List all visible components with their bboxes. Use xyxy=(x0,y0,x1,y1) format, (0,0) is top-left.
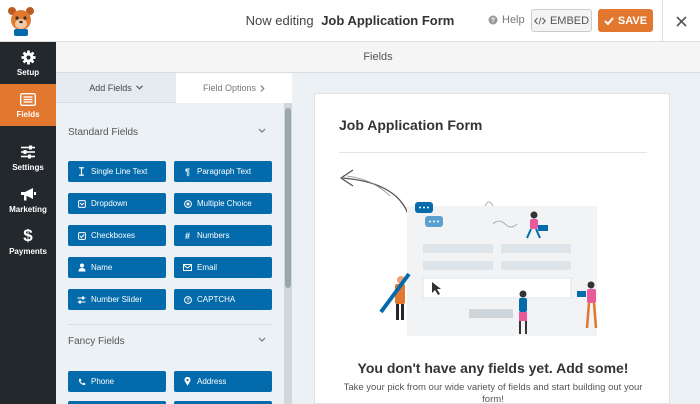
nav-label-settings: Settings xyxy=(12,163,44,172)
radio-icon xyxy=(183,199,192,208)
field-button-checkboxes[interactable]: Checkboxes xyxy=(68,225,166,246)
field-button-multiple-choice[interactable]: Multiple Choice xyxy=(174,193,272,214)
field-button-dropdown[interactable]: Dropdown xyxy=(68,193,166,214)
empty-state-subtext: Take your pick from our wide variety of … xyxy=(343,382,643,404)
field-label: CAPTCHA xyxy=(197,295,236,304)
field-label: Numbers xyxy=(197,231,230,240)
empty-state-heading: You don't have any fields yet. Add some! xyxy=(357,360,629,376)
question-circle-icon: ? xyxy=(183,295,192,304)
list-icon xyxy=(20,91,36,107)
help-link[interactable]: ? Help xyxy=(488,14,525,26)
field-button-paragraph-text[interactable]: ¶ Paragraph Text xyxy=(174,161,272,182)
paragraph-icon: ¶ xyxy=(184,166,190,177)
close-icon xyxy=(676,15,687,27)
nav-label-payments: Payments xyxy=(9,247,47,256)
nav-item-setup[interactable]: Setup xyxy=(0,42,56,84)
fields-header: Fields xyxy=(56,42,700,73)
gear-icon xyxy=(20,49,36,65)
nav-label-fields: Fields xyxy=(16,110,40,119)
hash-icon: # xyxy=(184,230,190,241)
fields-panel: Add Fields Field Options Standard Fields… xyxy=(56,73,292,404)
standard-fields-title[interactable]: Standard Fields xyxy=(68,127,138,138)
field-label: Address xyxy=(197,377,227,386)
field-label: Multiple Choice xyxy=(197,199,252,208)
field-button-email[interactable]: Email xyxy=(174,257,272,278)
left-navigation: Setup Fields Settings Marketing $ Paymen… xyxy=(0,42,56,404)
field-button-numbers[interactable]: # Numbers xyxy=(174,225,272,246)
field-button-number-slider[interactable]: Number Slider xyxy=(68,289,166,310)
slider-icon xyxy=(77,296,86,304)
chevron-down-icon[interactable] xyxy=(258,128,266,134)
tab-add-fields[interactable]: Add Fields xyxy=(56,73,176,103)
field-label: Name xyxy=(91,263,113,272)
field-button-address[interactable]: Address xyxy=(174,371,272,392)
close-button[interactable] xyxy=(662,0,700,42)
phone-icon xyxy=(77,378,86,386)
section-divider xyxy=(68,324,272,325)
field-button-captcha[interactable]: ? CAPTCHA xyxy=(174,289,272,310)
field-label: Email xyxy=(197,263,218,272)
fancy-fields-title[interactable]: Fancy Fields xyxy=(68,336,125,347)
text-cursor-icon xyxy=(77,167,86,176)
field-button-single-line-text[interactable]: Single Line Text xyxy=(68,161,166,182)
embed-label: EMBED xyxy=(549,14,590,27)
envelope-icon xyxy=(183,264,192,271)
field-label: Single Line Text xyxy=(91,167,148,176)
empty-state-illustration xyxy=(339,169,598,336)
check-icon xyxy=(604,16,614,25)
user-icon xyxy=(77,263,86,272)
svg-text:?: ? xyxy=(491,18,495,25)
nav-item-payments[interactable]: $ Payments xyxy=(0,221,56,263)
form-title: Job Application Form xyxy=(339,117,483,133)
top-bar: Now editing Job Application Form ? Help … xyxy=(0,0,700,42)
help-circle-icon: ? xyxy=(488,15,498,25)
field-label: Number Slider xyxy=(91,295,143,304)
field-label: Checkboxes xyxy=(91,231,136,240)
field-button-phone[interactable]: Phone xyxy=(68,371,166,392)
tab-add-fields-label: Add Fields xyxy=(89,82,132,93)
chevron-down-icon[interactable] xyxy=(258,337,266,343)
chevron-right-icon xyxy=(260,84,265,92)
save-button[interactable]: SAVE xyxy=(598,9,653,32)
form-name: Job Application Form xyxy=(321,13,455,28)
help-label: Help xyxy=(502,14,525,26)
editing-prefix: Now editing xyxy=(245,13,314,28)
chevron-down-icon xyxy=(135,85,143,90)
nav-item-marketing[interactable]: Marketing xyxy=(0,179,56,221)
save-label: SAVE xyxy=(617,14,648,27)
dropdown-icon xyxy=(77,199,86,208)
form-preview-card: Job Application Form You don't have any … xyxy=(314,93,670,404)
nav-label-setup: Setup xyxy=(16,68,40,77)
dollar-icon: $ xyxy=(23,226,33,245)
field-label: Paragraph Text xyxy=(197,167,252,176)
field-label: Dropdown xyxy=(91,199,128,208)
nav-item-settings[interactable]: Settings xyxy=(0,137,56,179)
sliders-icon xyxy=(20,144,36,160)
megaphone-icon xyxy=(20,186,37,202)
panel-scrollbar[interactable] xyxy=(284,103,292,404)
editing-title: Now editing Job Application Form xyxy=(0,13,700,28)
field-button-name[interactable]: Name xyxy=(68,257,166,278)
nav-item-fields[interactable]: Fields xyxy=(0,84,56,126)
title-divider xyxy=(339,152,647,153)
map-marker-icon xyxy=(183,377,192,386)
embed-button[interactable]: EMBED xyxy=(531,9,592,32)
checkbox-icon xyxy=(77,231,86,240)
code-icon xyxy=(533,16,546,25)
panel-tabs: Add Fields Field Options xyxy=(56,73,292,103)
field-label: Phone xyxy=(91,377,115,386)
tab-field-options-label: Field Options xyxy=(202,83,257,93)
tab-field-options[interactable]: Field Options xyxy=(176,73,292,103)
scrollbar-thumb[interactable] xyxy=(285,108,291,288)
nav-label-marketing: Marketing xyxy=(9,205,47,214)
